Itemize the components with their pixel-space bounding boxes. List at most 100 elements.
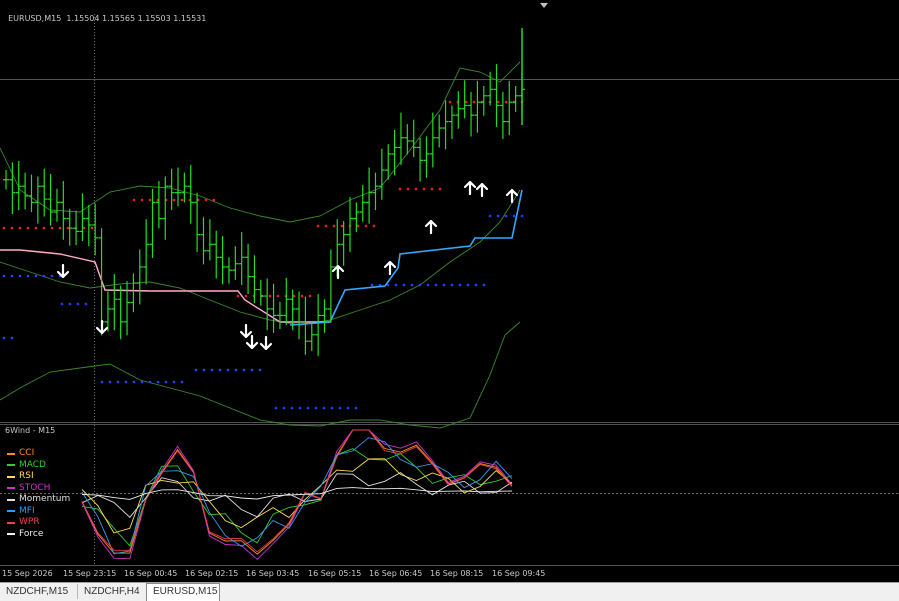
support-dot xyxy=(512,214,516,218)
resistance-dot xyxy=(26,226,30,230)
support-dot xyxy=(496,214,500,218)
resistance-dot xyxy=(324,224,328,228)
tab-eurusd-m15[interactable]: EURUSD,M15 xyxy=(146,583,220,601)
support-dot xyxy=(10,336,14,340)
sell-arrow-icon xyxy=(259,335,273,351)
support-dot xyxy=(84,302,88,306)
time-tick-label: 16 Sep 08:15 xyxy=(430,569,484,578)
support-dot xyxy=(250,368,254,372)
legend-swatch xyxy=(7,487,15,490)
support-dot xyxy=(394,283,398,287)
legend-label: CCI xyxy=(19,448,35,458)
support-dot xyxy=(306,406,310,410)
resistance-dot xyxy=(332,224,336,228)
support-dot xyxy=(458,283,462,287)
resistance-dot xyxy=(276,294,280,298)
support-dot xyxy=(410,283,414,287)
legend-label: Force xyxy=(19,528,44,539)
support-dot xyxy=(116,380,120,384)
time-tick-label: 15 Sep 23:15 xyxy=(63,569,117,578)
legend-swatch xyxy=(7,498,15,501)
support-dot xyxy=(202,368,206,372)
tab-label: NZDCHF,H4 xyxy=(84,586,140,597)
support-dot xyxy=(488,214,492,218)
support-dot xyxy=(418,283,422,287)
support-dot xyxy=(482,283,486,287)
resistance-dot xyxy=(140,198,144,202)
support-dot xyxy=(234,368,238,372)
support-dot xyxy=(242,368,246,372)
sell-arrow-icon xyxy=(239,323,253,339)
indicator-line-cci xyxy=(81,429,513,555)
support-dot xyxy=(314,406,318,410)
resistance-dot xyxy=(430,187,434,191)
resistance-dot xyxy=(34,226,38,230)
resistance-dot xyxy=(414,187,418,191)
envelope-lower xyxy=(0,321,521,429)
resistance-dot xyxy=(236,294,240,298)
legend-label: MACD xyxy=(19,459,46,470)
support-dot xyxy=(474,283,478,287)
support-dot xyxy=(520,214,524,218)
symbol-label: EURUSD,M15 xyxy=(8,14,62,23)
resistance-dot xyxy=(66,226,70,230)
support-dot xyxy=(504,214,508,218)
support-dot xyxy=(274,406,278,410)
resistance-dot xyxy=(204,198,208,202)
legend-swatch xyxy=(7,521,15,524)
legend-item: WPR xyxy=(7,517,70,529)
legend-item: Force xyxy=(7,529,70,541)
support-dot xyxy=(42,274,46,278)
resistance-dot xyxy=(422,187,426,191)
resistance-dot xyxy=(50,226,54,230)
support-dot xyxy=(10,274,14,278)
support-dot xyxy=(148,380,152,384)
resistance-dot xyxy=(132,198,136,202)
support-dot xyxy=(330,406,334,410)
resistance-dot xyxy=(148,198,152,202)
support-dot xyxy=(34,274,38,278)
legend-label: RSI xyxy=(19,471,34,481)
legend-swatch xyxy=(7,510,15,513)
support-dot xyxy=(370,283,374,287)
tab-nzdchf-m15[interactable]: NZDCHF,M15 xyxy=(0,584,78,599)
legend-label: Momentum xyxy=(19,494,71,504)
indicator-line-rsi xyxy=(81,458,513,534)
time-tick-label: 16 Sep 09:45 xyxy=(492,569,546,578)
legend-label: STOCH xyxy=(19,482,51,493)
support-dot xyxy=(76,302,80,306)
legend-swatch xyxy=(7,533,15,536)
subwindow-title: 6Wind - M15 xyxy=(5,426,56,435)
buy-arrow-icon xyxy=(505,188,519,204)
legend-label: MFI xyxy=(19,505,35,516)
support-dot xyxy=(156,380,160,384)
support-dot xyxy=(218,368,222,372)
resistance-dot xyxy=(316,224,320,228)
resistance-dot xyxy=(244,294,248,298)
support-dot xyxy=(322,406,326,410)
sell-arrow-icon xyxy=(245,334,259,350)
resistance-dot xyxy=(472,100,476,104)
chart-canvas[interactable] xyxy=(0,0,899,600)
buy-arrow-icon xyxy=(383,260,397,276)
resistance-dot xyxy=(180,198,184,202)
support-dot xyxy=(140,380,144,384)
legend-swatch xyxy=(7,475,15,478)
resistance-dot xyxy=(172,198,176,202)
time-tick-label: 16 Sep 05:15 xyxy=(308,569,362,578)
time-tick-label: 16 Sep 00:45 xyxy=(124,569,178,578)
support-dot xyxy=(426,283,430,287)
resistance-dot xyxy=(340,224,344,228)
support-dot xyxy=(2,274,6,278)
resistance-dot xyxy=(10,226,14,230)
support-dot xyxy=(180,380,184,384)
support-dot xyxy=(194,368,198,372)
support-dot xyxy=(258,368,262,372)
support-dot xyxy=(210,368,214,372)
legend-item: RSI xyxy=(7,471,70,483)
tab-nzdchf-h4[interactable]: NZDCHF,H4 xyxy=(78,584,151,599)
support-dot xyxy=(298,406,302,410)
support-dot xyxy=(434,283,438,287)
chart-header: EURUSD,M15 1.15504 1.15565 1.15503 1.155… xyxy=(3,5,206,23)
time-tick-label: 15 Sep 2026 xyxy=(2,569,53,578)
